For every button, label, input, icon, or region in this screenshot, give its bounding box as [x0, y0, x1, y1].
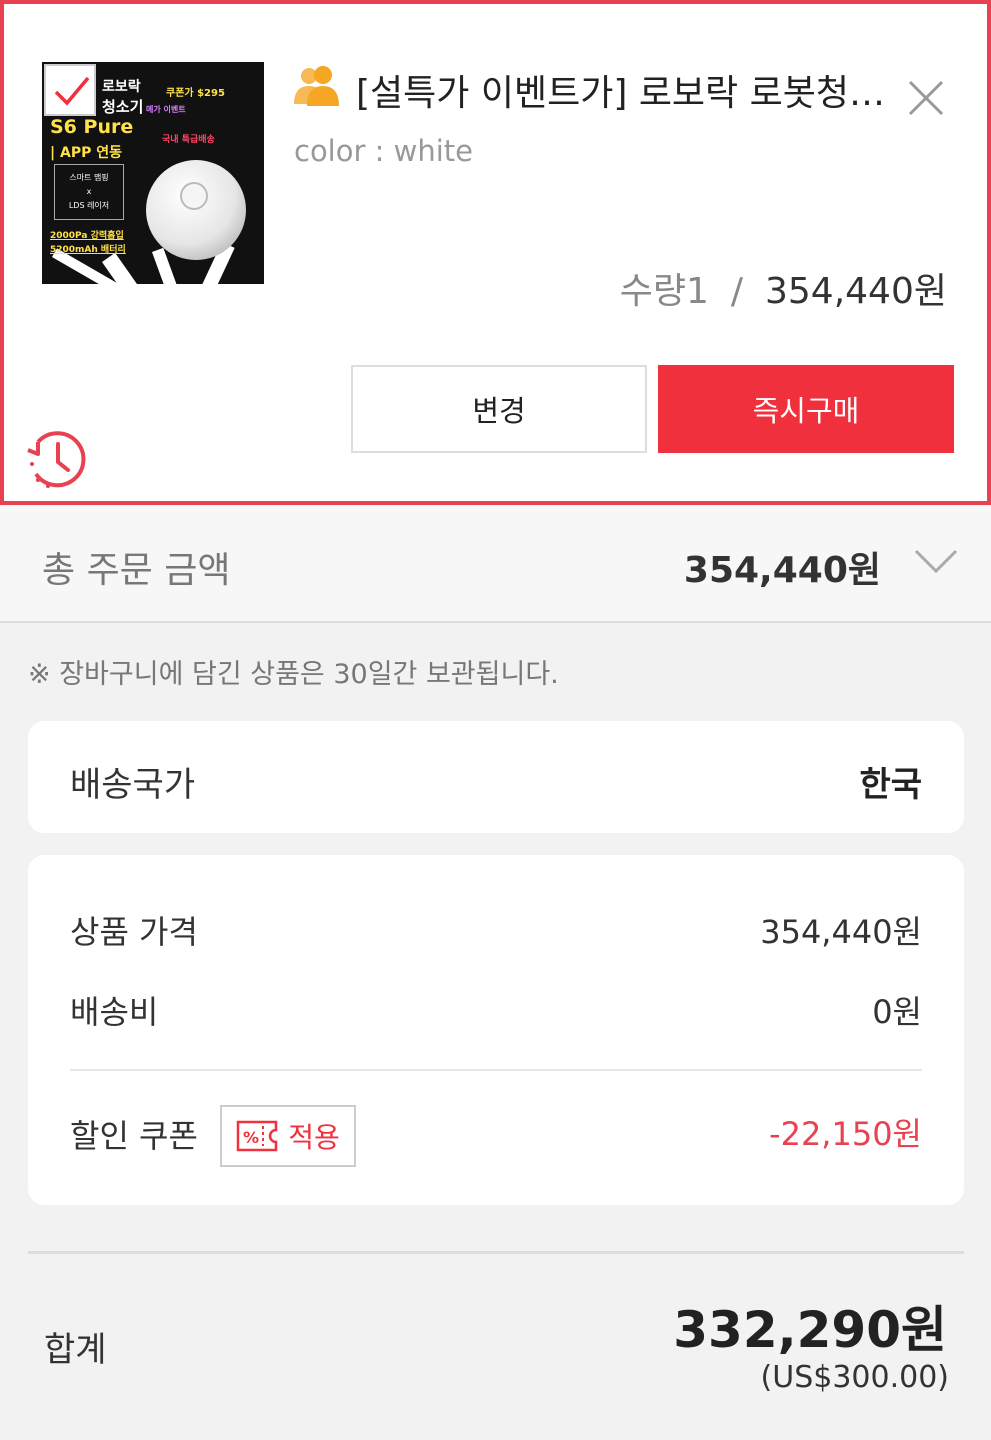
thumbnail-app: | APP 연동: [50, 145, 122, 161]
product-price-label: 상품 가격: [70, 913, 198, 951]
product-thumbnail[interactable]: 로보락 청소기 S6 Pure | APP 연동 쿠폰가 $295 메가 이벤트…: [42, 62, 264, 284]
checkmark-icon: [54, 76, 90, 106]
product-price-value: 354,440원: [760, 913, 922, 951]
svg-text:%: %: [243, 1128, 259, 1147]
thumbnail-feature-2: LDS 레이저: [68, 201, 110, 210]
item-select-checkbox[interactable]: [44, 64, 96, 116]
thumbnail-coupon: 쿠폰가 $295: [166, 88, 225, 99]
total-order-label: 총 주문 금액: [42, 550, 231, 591]
item-quantity: 수량1: [619, 271, 709, 312]
shipping-country-card: 배송국가 한국: [28, 721, 964, 833]
thumbnail-brand: 로보락: [102, 79, 141, 95]
cart-retention-notice: ※ 장바구니에 담긴 상품은 30일간 보관됩니다.: [28, 659, 559, 690]
shipping-fee-value: 0원: [872, 993, 922, 1031]
coupon-label: 할인 쿠폰: [70, 1117, 198, 1155]
shipping-country-label: 배송국가: [70, 765, 196, 805]
coupon-discount-value: -22,150원: [769, 1115, 922, 1153]
shipping-country-value[interactable]: 한국: [859, 757, 922, 806]
quantity-separator: /: [730, 271, 743, 312]
thumbnail-event: 메가 이벤트: [146, 105, 186, 114]
thumbnail-feature-1: 스마트 맵핑: [69, 173, 109, 182]
cart-item: 로보락 청소기 S6 Pure | APP 연동 쿠폰가 $295 메가 이벤트…: [0, 0, 991, 505]
item-title[interactable]: [설특가 이벤트가] 로보락 로봇청소기 S6 Pure: [356, 64, 886, 116]
history-icon[interactable]: [24, 428, 90, 492]
divider: [70, 1069, 922, 1071]
summary-total-value: 332,290원: [673, 1301, 947, 1359]
apply-coupon-label: 적용: [288, 1121, 340, 1154]
divider: [28, 1251, 964, 1254]
thumbnail-spec-battery: 5200mAh 배터리: [50, 245, 126, 255]
change-option-button[interactable]: 변경: [351, 365, 647, 453]
thumbnail-spec-suction: 2000Pa 강력흡입: [50, 231, 124, 241]
total-order-bar[interactable]: 총 주문 금액 354,440원: [0, 505, 991, 623]
thumbnail-feature-sep: x: [86, 187, 92, 196]
robot-vacuum-image: [146, 160, 246, 260]
coupon-icon: %: [236, 1120, 278, 1152]
buy-now-button[interactable]: 즉시구매: [658, 365, 954, 453]
shipping-fee-label: 배송비: [70, 993, 159, 1031]
thumbnail-feature-box: 스마트 맵핑 x LDS 레이저: [54, 164, 124, 220]
quantity-price: 수량1 / 354,440원: [620, 262, 947, 314]
summary-label: 합계: [44, 1330, 107, 1370]
summary-usd-value: (US$300.00): [760, 1360, 949, 1395]
price-breakdown-card: 상품 가격 354,440원 배송비 0원 할인 쿠폰 % 적용 -22,150…: [28, 855, 964, 1205]
thumbnail-model: S6 Pure: [50, 116, 134, 138]
chevron-down-icon[interactable]: [914, 549, 958, 575]
apply-coupon-button[interactable]: % 적용: [220, 1105, 356, 1167]
item-option: color : white: [294, 134, 473, 168]
item-price: 354,440원: [765, 271, 947, 312]
thumbnail-category: 청소기: [102, 98, 144, 116]
remove-item-icon[interactable]: [904, 76, 948, 120]
thumbnail-shipping: 국내 특급배송: [162, 135, 215, 145]
total-order-value: 354,440원: [683, 550, 881, 591]
group-buy-icon: [294, 66, 339, 106]
